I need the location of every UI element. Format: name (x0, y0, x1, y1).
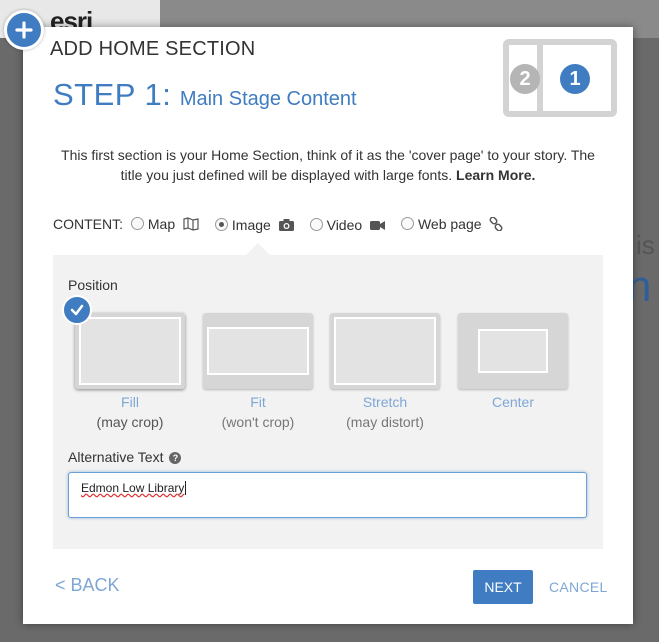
web-page-option-label: Web page (417, 216, 482, 233)
fit-preview (207, 327, 309, 375)
position-fit-option[interactable] (203, 313, 313, 389)
alt-text-label-text: Alternative Text (68, 449, 164, 465)
content-option-video[interactable]: Video (309, 216, 386, 234)
position-label: Position (68, 277, 118, 293)
stretch-preview (334, 317, 436, 385)
link-icon (489, 216, 503, 234)
dialog-title: ADD HOME SECTION (50, 38, 256, 60)
back-button[interactable]: < BACK (55, 575, 120, 596)
step-label: STEP 1: (53, 77, 172, 112)
alt-text-input[interactable]: Edmon Low Library (68, 472, 587, 518)
position-center-option[interactable] (458, 313, 568, 389)
position-fill-option[interactable] (75, 313, 185, 389)
map-option-label: Map (147, 216, 176, 233)
background-text-fragment: is (636, 230, 655, 260)
step-2-indicator: 2 (510, 64, 540, 94)
fill-preview (79, 317, 181, 385)
cancel-button[interactable]: CANCEL (549, 579, 608, 595)
video-radio[interactable] (309, 217, 323, 231)
content-option-web-page[interactable]: Web page (400, 216, 503, 234)
checkmark-icon (62, 295, 92, 325)
add-home-section-dialog: ADD HOME SECTION STEP 1: Main Stage Cont… (23, 27, 633, 624)
image-option-label: Image (231, 216, 271, 233)
camera-icon (278, 218, 294, 234)
plus-icon (4, 10, 44, 50)
alt-text-value: Edmon Low Library (81, 481, 185, 495)
step-heading: STEP 1: Main Stage Content (53, 77, 357, 113)
stretch-option-name[interactable]: Stretch (330, 394, 440, 410)
fill-option-name[interactable]: Fill (75, 394, 185, 410)
panel-pointer (246, 243, 270, 255)
map-icon (183, 217, 199, 234)
learn-more-link[interactable]: Learn More. (456, 167, 535, 183)
center-option-name[interactable]: Center (458, 394, 568, 410)
next-button[interactable]: NEXT (473, 570, 533, 604)
content-option-image[interactable]: Image (214, 216, 294, 234)
fill-option-hint: (may crop) (96, 414, 164, 430)
fit-option-name[interactable]: Fit (203, 394, 313, 410)
image-options-panel: Position Fill (may crop) Fit (won't crop… (53, 243, 603, 549)
fit-option-hint: (won't crop) (221, 414, 295, 430)
intro-text: This first section is your Home Section,… (53, 145, 603, 185)
web-page-radio[interactable] (400, 217, 414, 231)
content-label: CONTENT: (53, 216, 123, 232)
help-icon[interactable]: ? (169, 452, 182, 464)
image-radio[interactable] (214, 217, 228, 231)
alt-text-label: Alternative Text? (68, 449, 182, 465)
text-cursor (185, 481, 187, 495)
video-camera-icon (370, 219, 386, 234)
layout-thumbnail: 2 1 (503, 39, 617, 117)
position-stretch-option[interactable] (330, 313, 440, 389)
content-option-map[interactable]: Map (130, 216, 199, 234)
step-1-indicator: 1 (560, 64, 590, 94)
video-option-label: Video (326, 216, 363, 233)
content-type-selector: CONTENT: Map Image Video Web page (53, 216, 515, 234)
stretch-option-hint: (may distort) (346, 414, 424, 430)
step-subtitle: Main Stage Content (179, 88, 357, 110)
map-radio[interactable] (130, 217, 144, 231)
center-preview (478, 329, 548, 373)
